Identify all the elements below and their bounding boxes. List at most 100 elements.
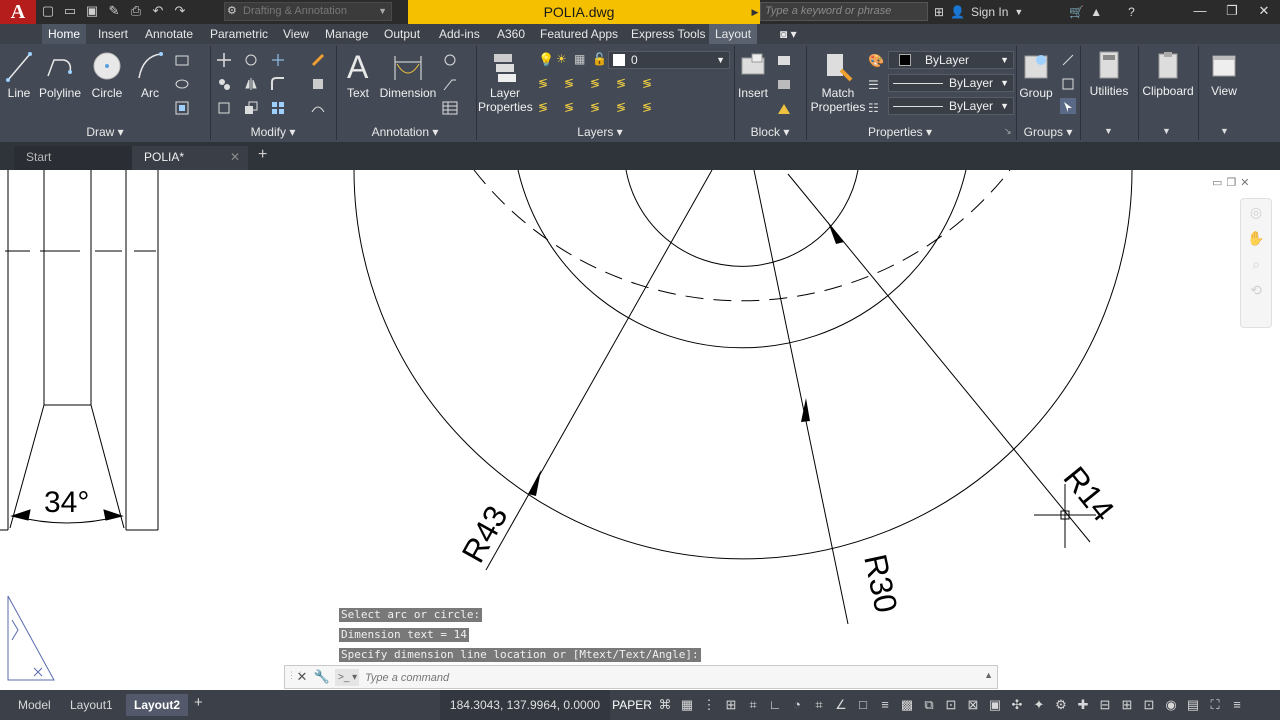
layer-isolate-icon[interactable]: ≶ — [538, 76, 554, 90]
scale-icon[interactable] — [243, 100, 259, 116]
command-input[interactable] — [365, 669, 965, 686]
selection-cycling-icon[interactable]: ⧉ — [920, 696, 938, 714]
layer-copy-icon[interactable]: ≶ — [590, 100, 606, 114]
help-icon[interactable]: ? — [1128, 5, 1135, 19]
file-tab-polia[interactable]: POLIA* ✕ — [132, 146, 248, 170]
tab-manage[interactable]: Manage — [319, 24, 374, 44]
restore-icon[interactable]: ❐ — [1226, 176, 1236, 189]
lineweight-toggle-icon[interactable]: ≡ — [876, 696, 894, 714]
tab-view[interactable]: View — [277, 24, 315, 44]
recent-commands-icon[interactable]: >_ ▾ — [335, 669, 359, 686]
minimize-icon[interactable]: — — [1184, 0, 1216, 24]
ribbon-options-icon[interactable]: ◙ ▾ — [774, 24, 803, 44]
chevron-down-icon[interactable]: ▼ — [1014, 7, 1023, 17]
clipboard-tool[interactable]: Clipboard — [1140, 50, 1196, 98]
tab-output[interactable]: Output — [378, 24, 426, 44]
chevron-right-icon[interactable]: ▶ — [750, 0, 760, 24]
new-icon[interactable]: ▢ — [40, 2, 56, 20]
layout-tab-model[interactable]: Model — [10, 694, 59, 716]
drawing-canvas[interactable]: 34° R43 R30 R14 — [0, 170, 1280, 690]
close-icon[interactable]: ✕ — [230, 146, 240, 168]
layer-off-icon[interactable]: ≶ — [642, 76, 658, 90]
grid-icon[interactable]: ▦ — [678, 696, 696, 714]
region-icon[interactable] — [174, 100, 190, 116]
view-tool[interactable]: View — [1200, 50, 1248, 98]
save-icon[interactable]: ▣ — [84, 2, 100, 20]
selection-filter-icon[interactable]: ▣ — [986, 696, 1004, 714]
tab-annotate[interactable]: Annotate — [139, 24, 199, 44]
restore-icon[interactable]: ❐ — [1216, 0, 1248, 24]
annotation-visibility-icon[interactable]: ✦ — [1030, 696, 1048, 714]
coordinate-readout[interactable]: 184.3043, 137.9964, 0.0000 — [440, 690, 610, 720]
workspace-switcher[interactable]: ⚙ Drafting & Annotation ▼ — [224, 2, 392, 21]
new-tab-plus-icon[interactable]: + — [258, 146, 267, 164]
tab-a360[interactable]: A360 — [491, 24, 531, 44]
hatch-icon[interactable] — [174, 76, 190, 92]
trim-icon[interactable] — [270, 52, 286, 68]
ungroup-icon[interactable] — [1060, 52, 1076, 68]
move-icon[interactable] — [216, 52, 232, 68]
paper-space-toggle[interactable]: PAPER — [612, 690, 652, 720]
open-icon[interactable]: ▭ — [62, 2, 78, 20]
object-snap-tracking-icon[interactable]: ∠ — [832, 696, 850, 714]
rectangle-icon[interactable] — [174, 52, 190, 68]
viewport-freeze-icon[interactable]: ▦ — [574, 52, 590, 68]
ortho-icon[interactable]: ∟ — [766, 696, 784, 714]
circle-tool[interactable]: Circle — [88, 50, 126, 100]
isodraft-icon[interactable]: ⌗ — [810, 696, 828, 714]
chevron-down-icon[interactable]: ▼ — [1162, 126, 1171, 136]
close-icon[interactable]: ✕ — [1248, 0, 1280, 24]
layer-lock-icon[interactable]: ≶ — [564, 100, 580, 114]
group-selection-icon[interactable] — [1060, 98, 1076, 114]
fillet-icon[interactable] — [270, 76, 286, 92]
layer-previous-icon[interactable]: ≶ — [616, 76, 632, 90]
multileader-icon[interactable] — [442, 76, 458, 92]
customize-wrench-icon[interactable]: 🔧 — [313, 668, 331, 686]
chevron-down-icon[interactable]: ▼ — [1220, 126, 1229, 136]
tab-insert[interactable]: Insert — [92, 24, 134, 44]
add-layout-plus-icon[interactable]: + — [194, 694, 203, 711]
line-tool[interactable]: Line — [4, 50, 34, 100]
snap-icon[interactable]: ⋮ — [700, 696, 718, 714]
plot-icon[interactable]: ⎙ — [128, 2, 144, 20]
clean-screen-icon[interactable]: ⛶ — [1206, 696, 1224, 714]
sign-in-link[interactable]: Sign In — [971, 5, 1008, 19]
gizmo-icon[interactable]: ✣ — [1008, 696, 1026, 714]
utilities-tool[interactable]: Utilities — [1082, 50, 1136, 98]
layout-tab-layout1[interactable]: Layout1 — [62, 694, 121, 716]
orbit-icon[interactable]: ⟲ — [1241, 277, 1271, 303]
leader-icon[interactable] — [442, 52, 458, 68]
sun-icon[interactable]: ☀ — [556, 52, 572, 68]
layer-properties-tool[interactable]: Layer Properties — [478, 50, 533, 114]
group-edit-icon[interactable] — [1060, 76, 1076, 92]
layer-walk-icon[interactable]: ≶ — [616, 100, 632, 114]
lock-ui-icon[interactable]: ⊡ — [1140, 696, 1158, 714]
zoom-icon[interactable]: ⌕ — [1241, 251, 1271, 277]
layer-dropdown[interactable]: 0 ▼ — [608, 51, 730, 69]
color-wheel-icon[interactable]: 🎨 — [868, 53, 884, 69]
panel-title-properties[interactable]: Properties ▾ — [860, 122, 940, 142]
chevron-up-icon[interactable]: ▲ — [984, 670, 993, 680]
tab-express-tools[interactable]: Express Tools — [625, 24, 711, 44]
lineweight-icon[interactable]: ☷ — [868, 101, 879, 115]
panel-title-layers[interactable]: Layers ▾ — [560, 122, 640, 142]
layer-unisolate-icon[interactable]: ≶ — [564, 76, 580, 90]
layer-merge-icon[interactable]: ≶ — [642, 100, 658, 114]
offset-icon[interactable] — [310, 100, 326, 116]
quick-properties-icon[interactable]: ⊞ — [1118, 696, 1136, 714]
layer-freeze-icon[interactable]: ≶ — [538, 100, 554, 114]
tab-add-ins[interactable]: Add-ins — [433, 24, 486, 44]
linetype-icon[interactable]: ☰ — [868, 78, 879, 92]
search-input[interactable]: Type a keyword or phrase — [760, 2, 928, 21]
close-icon[interactable]: ✕ — [1240, 176, 1249, 189]
dynamic-input-icon[interactable]: ⌗ — [744, 696, 762, 714]
graphics-performance-icon[interactable]: ▤ — [1184, 696, 1202, 714]
lock-icon[interactable]: 🔓 — [592, 52, 608, 68]
redo-icon[interactable]: ↷ — [172, 2, 188, 20]
dynamic-ucs-icon[interactable]: ⊠ — [964, 696, 982, 714]
lineweight-dropdown[interactable]: ByLayer ▼ — [888, 97, 1014, 115]
table-icon[interactable] — [442, 100, 458, 116]
polar-icon[interactable]: ◔ — [788, 696, 806, 714]
infer-constraints-icon[interactable]: ⊞ — [722, 696, 740, 714]
edit-attributes-icon[interactable] — [776, 100, 792, 116]
